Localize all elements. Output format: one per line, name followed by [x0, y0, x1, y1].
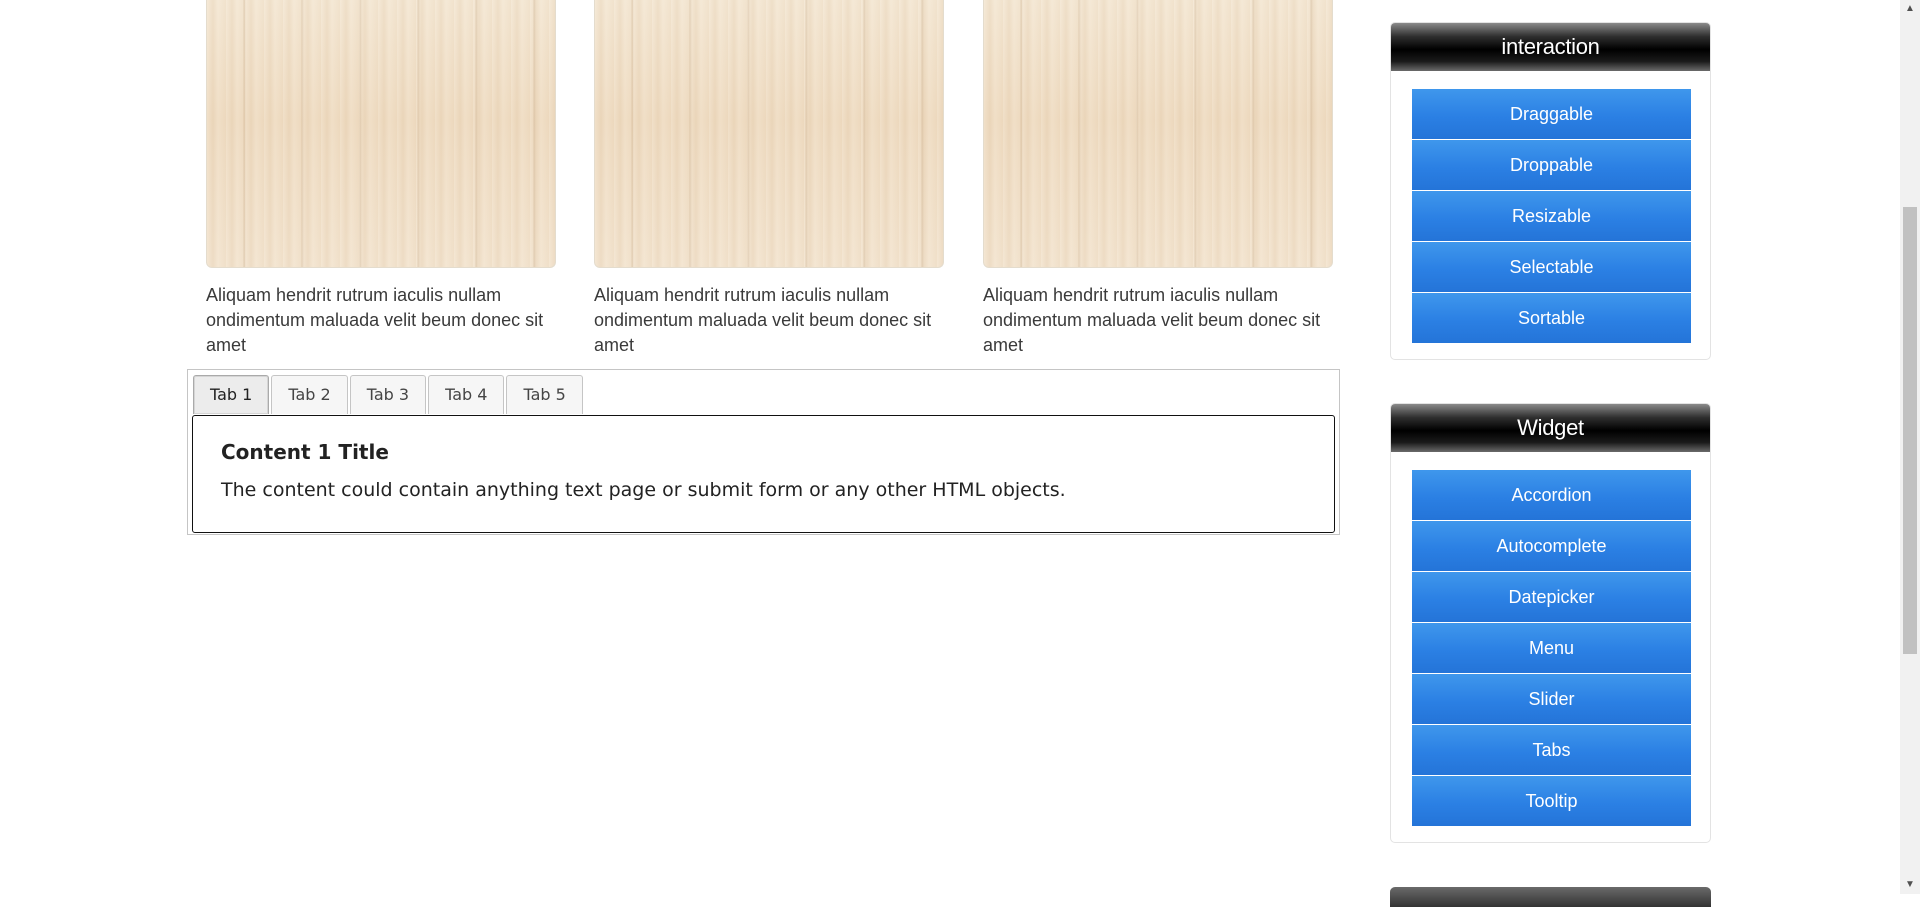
slider-link[interactable]: Slider	[1412, 674, 1691, 724]
widget-list: Accordion Autocomplete Datepicker Menu S…	[1391, 452, 1710, 842]
wood-image	[594, 0, 944, 268]
datepicker-link[interactable]: Datepicker	[1412, 572, 1691, 622]
next-widget-header	[1390, 887, 1711, 907]
menu-link[interactable]: Menu	[1412, 623, 1691, 673]
tabs-widget: Tab 1 Tab 2 Tab 3 Tab 4 Tab 5 Content 1 …	[187, 369, 1340, 535]
scroll-down-icon[interactable]: ▼	[1900, 876, 1920, 894]
interaction-title: interaction	[1391, 23, 1710, 71]
tooltip-link[interactable]: Tooltip	[1412, 776, 1691, 826]
autocomplete-link[interactable]: Autocomplete	[1412, 521, 1691, 571]
tab-panel: Content 1 Title The content could contai…	[192, 415, 1335, 533]
wood-image	[983, 0, 1333, 268]
panel-title: Content 1 Title	[221, 440, 389, 464]
vertical-scrollbar[interactable]: ▲ ▼	[1900, 0, 1920, 894]
tab-1[interactable]: Tab 1	[193, 375, 270, 414]
tab-strip: Tab 1 Tab 2 Tab 3 Tab 4 Tab 5	[193, 375, 585, 415]
tabs-link[interactable]: Tabs	[1412, 725, 1691, 775]
card-caption: Aliquam hendrit rutrum iaculis nullam on…	[594, 285, 932, 355]
wood-image	[206, 0, 556, 268]
image-card-3: Aliquam hendrit rutrum iaculis nullam on…	[983, 0, 1333, 358]
widget-widget: Widget Accordion Autocomplete Datepicker…	[1390, 403, 1711, 843]
interaction-widget: interaction Draggable Droppable Resizabl…	[1390, 22, 1711, 360]
image-card-1: Aliquam hendrit rutrum iaculis nullam on…	[206, 0, 556, 358]
scroll-up-icon[interactable]: ▲	[1900, 0, 1920, 18]
tab-3[interactable]: Tab 3	[349, 375, 427, 414]
accordion-link[interactable]: Accordion	[1412, 470, 1691, 520]
scroll-thumb[interactable]	[1903, 207, 1917, 654]
tab-5[interactable]: Tab 5	[506, 375, 583, 414]
image-card-2: Aliquam hendrit rutrum iaculis nullam on…	[594, 0, 944, 358]
sortable-link[interactable]: Sortable	[1412, 293, 1691, 343]
draggable-link[interactable]: Draggable	[1412, 89, 1691, 139]
tab-2[interactable]: Tab 2	[271, 375, 348, 414]
card-caption: Aliquam hendrit rutrum iaculis nullam on…	[206, 285, 544, 355]
selectable-link[interactable]: Selectable	[1412, 242, 1691, 292]
resizable-link[interactable]: Resizable	[1412, 191, 1691, 241]
widget-title: Widget	[1391, 404, 1710, 452]
panel-text: The content could contain anything text …	[221, 479, 1066, 501]
interaction-list: Draggable Droppable Resizable Selectable…	[1391, 71, 1710, 359]
card-caption: Aliquam hendrit rutrum iaculis nullam on…	[983, 285, 1321, 355]
tab-4[interactable]: Tab 4	[428, 375, 505, 414]
droppable-link[interactable]: Droppable	[1412, 140, 1691, 190]
